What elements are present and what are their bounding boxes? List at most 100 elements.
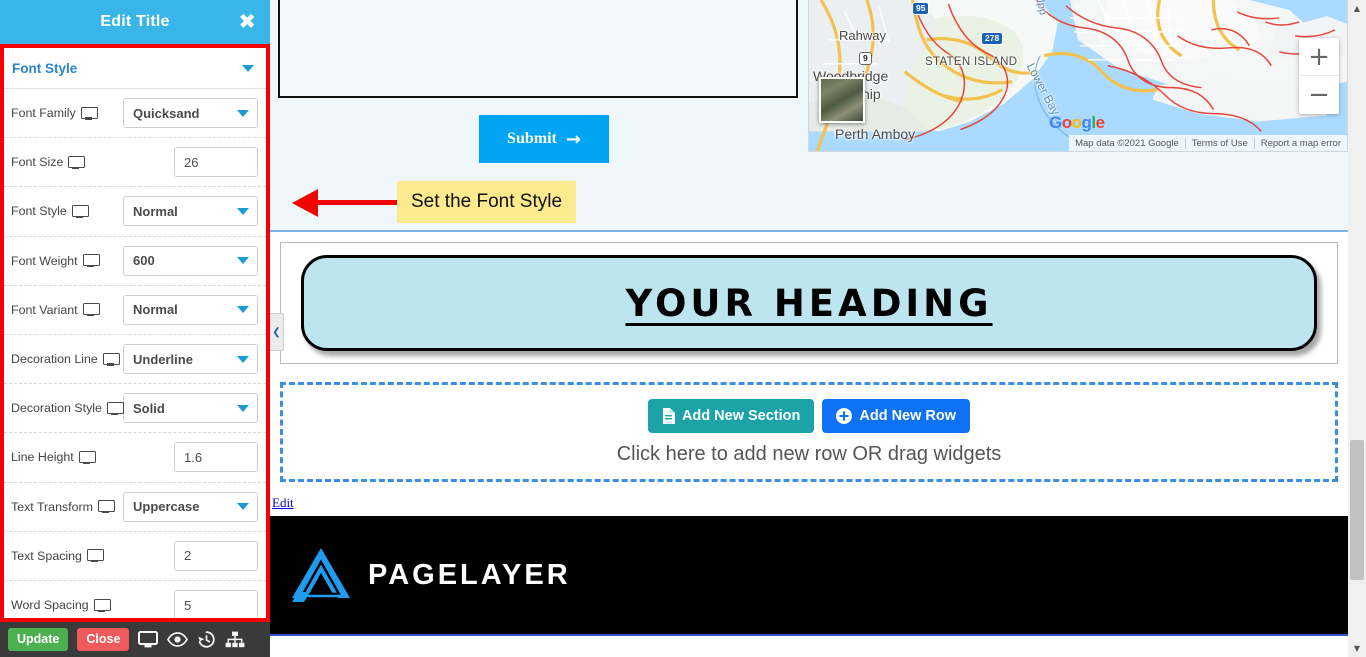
heading-widget-frame[interactable]: YOUR HEADING [280,242,1338,364]
zoom-out-button[interactable]: − [1299,76,1339,114]
annotation-text: Set the Font Style [397,181,577,223]
scroll-up-arrow-icon[interactable]: ▲ [1348,0,1366,17]
panel-collapse-handle[interactable]: ❮ [270,313,284,351]
history-icon[interactable] [197,630,216,649]
sitemap-icon[interactable] [225,631,245,648]
edit-link[interactable]: Edit [272,495,294,510]
desktop-icon[interactable] [106,401,124,415]
font-family-select[interactable]: Quicksand [123,98,258,129]
heading-text: YOUR HEADING [625,281,993,325]
field-label: Font Size [11,155,86,169]
text-transform-select[interactable]: Uppercase [123,491,258,522]
update-button[interactable]: Update [8,628,69,651]
desktop-icon[interactable] [138,631,159,648]
chevron-down-icon [237,404,249,412]
heading-section: YOUR HEADING [270,232,1348,374]
page-title: Edit Title [100,13,170,30]
report-error-link[interactable]: Report a map error [1253,137,1347,149]
chevron-down-icon [237,257,249,265]
desktop-icon[interactable] [86,549,104,563]
contact-form-column: Submit → [278,0,810,163]
chevron-down-icon [237,355,249,363]
submit-button[interactable]: Submit → [479,115,609,163]
scrollbar-thumb[interactable] [1350,440,1364,580]
field-label-text: Font Weight [11,253,78,268]
map-satellite-toggle[interactable] [819,77,865,123]
eye-icon[interactable] [167,632,189,647]
line-height-input[interactable]: 1.6 [174,442,258,473]
chevron-down-icon [237,109,249,117]
field-row-font-family: Font Family Quicksand [4,89,266,139]
page-scrollbar[interactable]: ▲ ▼ [1348,0,1366,657]
add-new-row-button[interactable]: Add New Row [822,398,971,433]
font-style-select[interactable]: Normal [123,196,258,227]
select-value: Underline [133,351,193,367]
google-logo: Google [1049,113,1105,132]
add-new-section-button[interactable]: Add New Section [647,398,815,433]
select-value: 600 [133,253,155,269]
font-weight-select[interactable]: 600 [123,245,258,276]
field-label-text: Line Height [11,450,74,465]
desktop-icon[interactable] [82,254,100,268]
google-map-widget[interactable]: Rahway STATEN ISLAND Woodbridge ship Per… [808,0,1348,152]
desktop-icon[interactable] [68,155,86,169]
field-label-text: Text Transform [11,499,93,514]
dropzone-section: Add New Section Add New Row Click here t… [270,374,1348,494]
text-spacing-input[interactable]: 2 [174,540,258,571]
field-label-text: Text Spacing [11,548,82,563]
close-button[interactable]: Close [77,628,130,651]
field-row-decoration-line: Decoration Line Underline [4,335,266,385]
desktop-icon[interactable] [102,352,120,366]
word-spacing-input[interactable]: 5 [174,590,258,621]
field-row-font-variant: Font Variant Normal [4,286,266,335]
editor-panel: Edit Title ✖ Font Style Font Family Quic… [0,0,270,657]
terms-of-use-link[interactable]: Terms of Use [1184,137,1254,149]
close-icon[interactable]: ✖ [238,11,256,33]
desktop-icon[interactable] [71,204,89,218]
desktop-icon[interactable] [78,450,96,464]
font-variant-select[interactable]: Normal [123,294,258,325]
map-label: Rahway [839,28,886,43]
field-label-text: Font Variant [11,302,78,317]
field-label: Font Variant [11,302,100,317]
section-header-label: Font Style [12,60,78,76]
route-shield-icon: 95 [912,2,930,15]
desktop-icon[interactable] [82,303,100,317]
desktop-icon[interactable] [80,106,98,120]
select-value: Normal [133,203,178,219]
panel-footer-toolbar: Update Close [0,622,270,657]
route-shield-icon: 9 [859,52,872,65]
chevron-down-icon [237,207,249,215]
panel-header: Edit Title ✖ [0,0,270,44]
desktop-icon[interactable] [93,598,111,612]
map-data-text: Map data ©2021 Google [1075,137,1179,149]
dropzone-buttons: Add New Section Add New Row [647,398,971,433]
edit-link-row: Edit [270,494,1348,516]
arrow-right-icon: → [565,128,581,150]
field-label-text: Decoration Line [11,352,98,367]
zoom-in-button[interactable]: + [1299,38,1339,76]
desktop-icon[interactable] [97,500,115,514]
field-row-text-spacing: Text Spacing 2 [4,532,266,581]
field-label: Font Family [11,106,98,121]
heading-box[interactable]: YOUR HEADING [301,255,1317,351]
message-textarea[interactable] [278,0,798,98]
field-row-font-weight: Font Weight 600 [4,237,266,286]
brand: PAGELAYER [290,546,571,604]
dropzone-hint: Click here to add new row OR drag widget… [616,442,1002,465]
font-size-input[interactable]: 26 [174,147,258,178]
add-content-dropzone[interactable]: Add New Section Add New Row Click here t… [280,382,1338,482]
field-row-decoration-style: Decoration Style Solid [4,384,266,434]
field-label: Decoration Line [11,352,120,367]
field-label-text: Font Family [11,106,76,121]
map-label: STATEN ISLAND [925,56,1018,68]
section-header-font-style[interactable]: Font Style [4,48,266,89]
decoration-line-select[interactable]: Underline [123,344,258,375]
field-row-font-style: Font Style Normal [4,187,266,237]
decoration-style-select[interactable]: Solid [123,393,258,424]
scroll-down-arrow-icon[interactable]: ▼ [1348,640,1366,657]
field-row-word-spacing: Word Spacing 5 [4,581,266,622]
field-label: Line Height [11,450,96,465]
field-label-text: Font Style [11,204,67,219]
field-label: Text Transform [11,499,115,514]
